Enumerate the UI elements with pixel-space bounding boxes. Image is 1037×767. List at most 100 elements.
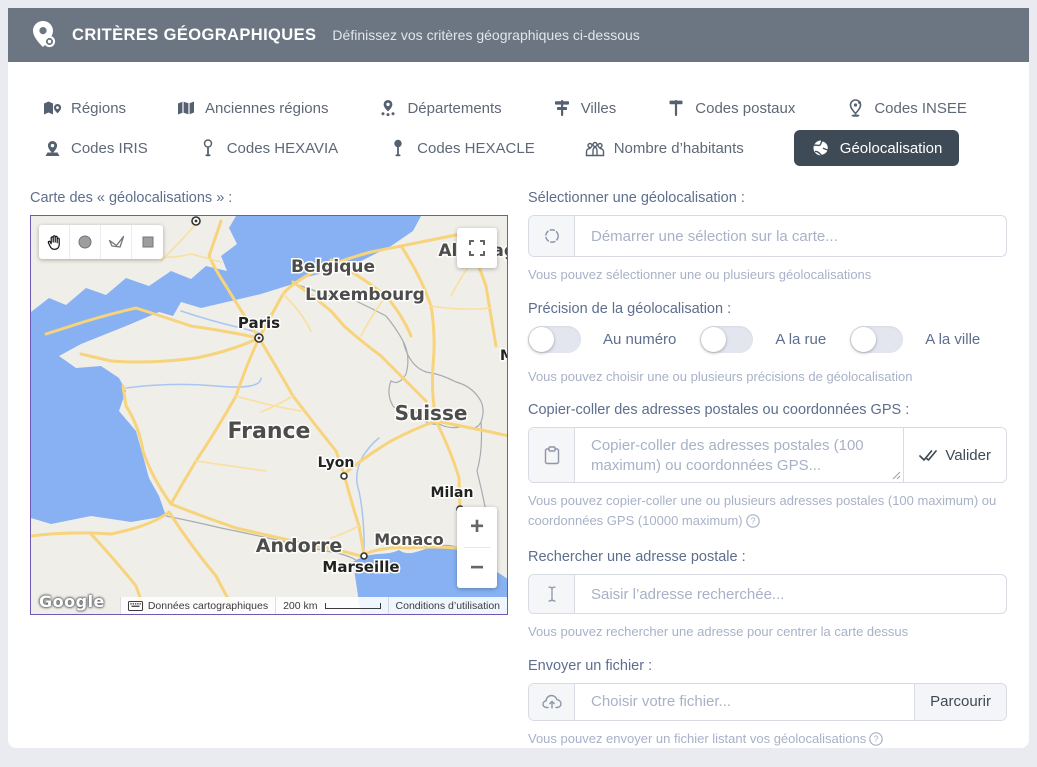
tab-villes[interactable]: Villes bbox=[552, 91, 617, 125]
map-label: M bbox=[500, 348, 508, 364]
tab-geolocalisation-label: Géolocalisation bbox=[840, 140, 943, 157]
tab-regions[interactable]: Régions bbox=[42, 91, 126, 125]
tab-codes-iris[interactable]: Codes IRIS bbox=[42, 131, 148, 165]
map-fullscreen-button[interactable] bbox=[457, 228, 497, 268]
geo-tabs: Régions Anciennes régions Départements Vill… bbox=[30, 88, 1007, 168]
pin-group-icon bbox=[378, 99, 398, 117]
precision-label: Précision de la géolocalisation : bbox=[528, 301, 1007, 317]
search-address-helper: Vous pouvez rechercher une adresse pour … bbox=[528, 622, 1007, 642]
panel-title: CRITÈRES GÉOGRAPHIQUES bbox=[72, 26, 316, 45]
pan-hand-tool[interactable] bbox=[39, 225, 70, 259]
map-label: Belgique bbox=[291, 257, 375, 277]
map-attribution: Données cartographiques 200 km Condition… bbox=[120, 597, 507, 614]
valider-button[interactable]: Valider bbox=[903, 428, 1006, 482]
draw-rectangle-tool[interactable] bbox=[132, 225, 163, 259]
people-icon bbox=[585, 139, 605, 157]
tab-nombre-habitants[interactable]: Nombre d’habitants bbox=[585, 131, 744, 165]
draw-circle-tool[interactable] bbox=[70, 225, 101, 259]
scale-text: 200 km bbox=[283, 600, 317, 612]
zoom-in-button[interactable]: + bbox=[457, 507, 497, 547]
map-label: Paris bbox=[238, 314, 280, 332]
toggle-a-la-rue[interactable] bbox=[700, 326, 753, 353]
tab-departements-label: Départements bbox=[407, 100, 501, 117]
section-search-address: Rechercher une adresse postale : Vous po… bbox=[528, 549, 1007, 642]
select-geolocation-input[interactable] bbox=[575, 216, 1006, 256]
map-canvas[interactable]: BelgiqueLuxembourgAllemagneParisFranceSu… bbox=[31, 216, 508, 615]
map-label: Lyon bbox=[318, 455, 355, 471]
map-capital-dot-center bbox=[258, 337, 261, 340]
paste-label: Copier-coller des adresses postales ou c… bbox=[528, 402, 1007, 418]
tab-nombre-habitants-label: Nombre d’habitants bbox=[614, 140, 744, 157]
search-address-input[interactable] bbox=[575, 575, 1006, 613]
street-sign-filled-icon bbox=[388, 139, 408, 157]
tab-villes-label: Villes bbox=[581, 100, 617, 117]
tab-row-1: Régions Anciennes régions Départements Vill… bbox=[42, 88, 1007, 128]
help-circle-icon[interactable]: ? bbox=[869, 732, 883, 752]
map-pin-icon bbox=[42, 99, 62, 117]
tab-codes-insee[interactable]: Codes INSEE bbox=[845, 91, 967, 125]
resize-grip-icon[interactable] bbox=[892, 471, 901, 480]
help-circle-icon[interactable]: ? bbox=[746, 514, 760, 534]
map-label: Suisse bbox=[395, 401, 468, 425]
tab-codes-postaux[interactable]: Codes postaux bbox=[666, 91, 795, 125]
tab-departements[interactable]: Départements bbox=[378, 91, 501, 125]
map-label: Milan bbox=[431, 485, 474, 501]
section-select-geolocation: Sélectionner une géolocalisation : Vous … bbox=[528, 190, 1007, 285]
check-double-icon bbox=[919, 449, 937, 462]
tab-codes-hexavia[interactable]: Codes HEXAVIA bbox=[198, 131, 338, 165]
toggle-a-la-ville-label: A la ville bbox=[925, 331, 980, 348]
tab-row-2: Codes IRIS Codes HEXAVIA Codes HEXACLE Nomb… bbox=[42, 128, 1007, 168]
terms-link[interactable]: Conditions d’utilisation bbox=[396, 600, 500, 612]
toggle-knob bbox=[701, 327, 726, 352]
paste-helper: Vous pouvez copier-coller une ou plusieu… bbox=[528, 491, 1007, 533]
signpost-icon bbox=[666, 99, 686, 117]
geolocation-map[interactable]: BelgiqueLuxembourgAllemagneParisFranceSu… bbox=[30, 215, 508, 615]
map-marker-icon bbox=[42, 139, 62, 157]
attr-scale-segment: 200 km bbox=[275, 597, 387, 614]
tab-codes-hexacle[interactable]: Codes HEXACLE bbox=[388, 131, 535, 165]
attr-data-text[interactable]: Données cartographiques bbox=[148, 600, 268, 612]
toggle-knob bbox=[851, 327, 876, 352]
section-paste-addresses: Copier-coller des adresses postales ou c… bbox=[528, 402, 1007, 533]
section-precision: Précision de la géolocalisation : Au num… bbox=[528, 301, 1007, 387]
tab-codes-iris-label: Codes IRIS bbox=[71, 140, 148, 157]
map-label: Monaco bbox=[374, 530, 444, 549]
toggle-a-la-ville[interactable] bbox=[850, 326, 903, 353]
map-city-dot bbox=[341, 473, 347, 479]
map-label: Andorre bbox=[256, 535, 343, 557]
draw-polygon-tool[interactable] bbox=[101, 225, 132, 259]
map-label: Marseille bbox=[322, 558, 399, 576]
search-address-label: Rechercher une adresse postale : bbox=[528, 549, 1007, 565]
google-logo[interactable]: Google bbox=[39, 592, 105, 611]
folded-map-icon bbox=[176, 99, 196, 117]
upload-file-helper: Vous pouvez envoyer un fichier listant v… bbox=[528, 729, 1007, 752]
upload-file-label: Envoyer un fichier : bbox=[528, 658, 1007, 674]
parcourir-button[interactable]: Parcourir bbox=[914, 684, 1006, 720]
tab-regions-label: Régions bbox=[71, 100, 126, 117]
select-geolocation-label: Sélectionner une géolocalisation : bbox=[528, 190, 1007, 206]
tab-codes-insee-label: Codes INSEE bbox=[874, 100, 967, 117]
precision-helper: Vous pouvez choisir une ou plusieurs pré… bbox=[528, 367, 1007, 387]
tab-codes-hexacle-label: Codes HEXACLE bbox=[417, 140, 535, 157]
map-label: Luxembourg bbox=[305, 285, 425, 305]
scale-bar bbox=[325, 603, 381, 609]
tab-geolocalisation[interactable]: Géolocalisation bbox=[794, 130, 960, 166]
map-label: France bbox=[228, 419, 311, 444]
paste-addresses-textarea[interactable] bbox=[575, 428, 903, 482]
toggle-a-la-rue-label: A la rue bbox=[775, 331, 826, 348]
street-sign-outline-icon bbox=[198, 139, 218, 157]
svg-text:?: ? bbox=[874, 734, 879, 744]
tab-anciennes-regions[interactable]: Anciennes régions bbox=[176, 91, 328, 125]
attr-data-segment[interactable]: Données cartographiques bbox=[120, 597, 275, 614]
toggle-au-numero[interactable] bbox=[528, 326, 581, 353]
text-cursor-icon bbox=[529, 575, 575, 613]
tab-codes-hexavia-label: Codes HEXAVIA bbox=[227, 140, 338, 157]
panel-header: CRITÈRES GÉOGRAPHIQUES Définissez vos cr… bbox=[8, 8, 1029, 62]
zoom-out-button[interactable]: − bbox=[457, 548, 497, 588]
upload-file-input[interactable] bbox=[575, 684, 914, 720]
map-caption: Carte des « géolocalisations » : bbox=[30, 190, 508, 206]
criteria-card: Régions Anciennes régions Départements Vill… bbox=[8, 62, 1029, 748]
attr-terms-segment[interactable]: Conditions d’utilisation bbox=[388, 597, 507, 614]
toggle-knob bbox=[529, 327, 554, 352]
crosshair-icon bbox=[529, 216, 575, 256]
